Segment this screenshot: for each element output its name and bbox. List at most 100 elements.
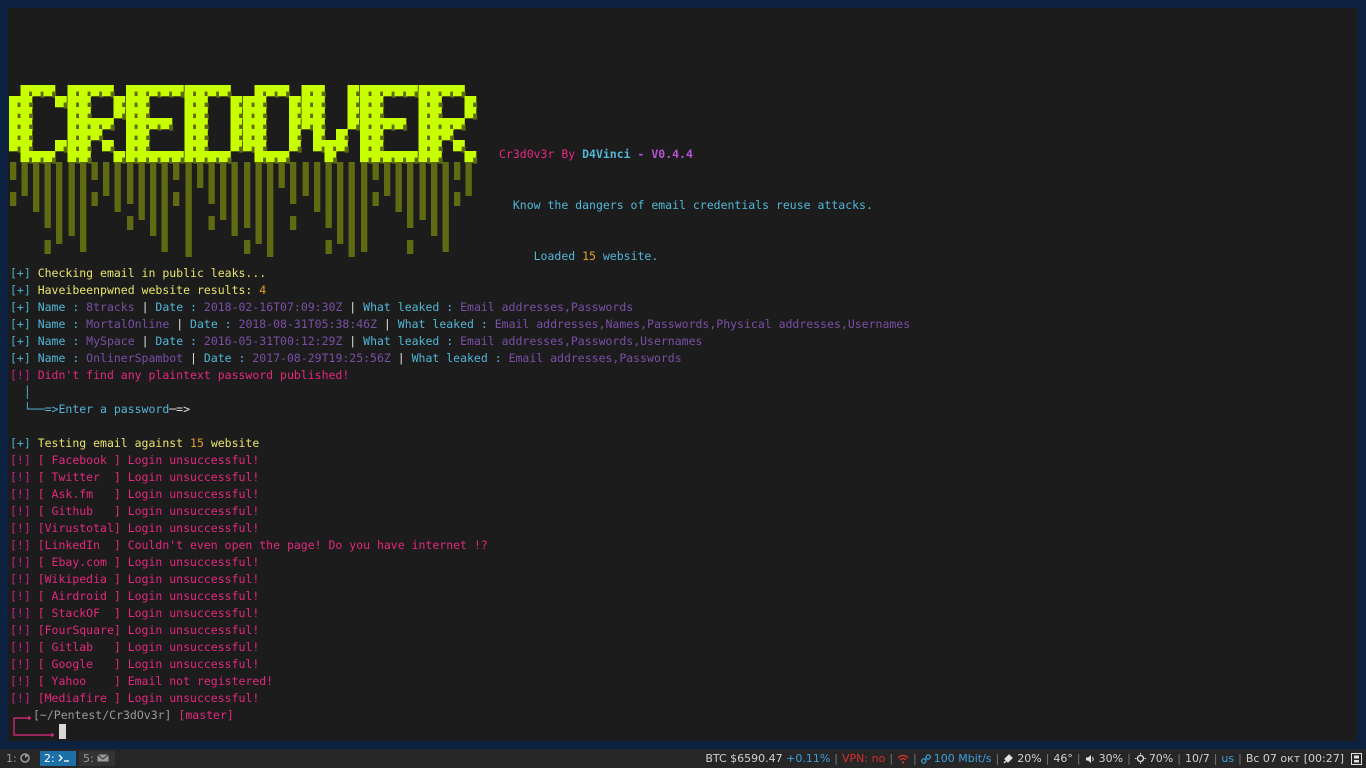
line-token: 2018-02-16T07:09:30Z [203, 300, 343, 314]
terminal-output: [+] Checking email in public leaks... [+]… [10, 265, 910, 707]
dash-text: - [630, 147, 652, 161]
vpn-module[interactable]: VPN: no [838, 751, 889, 766]
line-token: What leaked : [363, 334, 461, 348]
banner-tagline: Know the dangers of email credentials re… [499, 197, 873, 214]
line-token: [+] [10, 283, 38, 297]
brightness-icon [1134, 753, 1146, 764]
terminal-line: │ [10, 384, 910, 401]
volume-value: 30% [1098, 752, 1124, 765]
line-token: | [377, 317, 398, 331]
line-token: 4 [259, 283, 267, 297]
line-token: 2016-05-31T00:12:29Z [203, 334, 343, 348]
network-module[interactable]: 100 Mbit/s [917, 751, 996, 766]
terminal-line: [+] Name : OnlinerSpambot | Date : 2017-… [10, 350, 910, 367]
line-token: 8tracks [86, 300, 135, 314]
line-token: └── [10, 402, 45, 416]
line-token: [Wikipedia ] Login unsuccessful! [37, 572, 260, 586]
line-token: [+] [10, 266, 38, 280]
link-icon [920, 753, 931, 764]
line-token: [!] [10, 572, 38, 586]
line-token: [FourSquare] Login unsuccessful! [37, 623, 260, 637]
brightness-value: 70% [1148, 752, 1174, 765]
updates-value: 10/7 [1184, 752, 1210, 765]
workspace-5[interactable]: 5: [79, 751, 115, 766]
line-token: | [134, 300, 156, 314]
terminal-line: [!] [Wikipedia ] Login unsuccessful! [10, 571, 910, 588]
wifi-icon [897, 754, 909, 764]
workspace-label: 5: [83, 752, 94, 765]
line-token: 2018-08-31T05:38:46Z [238, 317, 377, 331]
terminal-line: [+] Haveibeenpwned website results: 4 [10, 282, 910, 299]
workspace-label: 2: [44, 752, 55, 765]
btc-change: +0.11% [786, 752, 831, 765]
banner-title-line: Cr3d0v3r By D4Vinci - V0.4.4 [499, 146, 873, 163]
line-token: Name : [37, 317, 87, 331]
by-text: By [554, 147, 583, 161]
brightness-module[interactable]: 70% [1131, 751, 1177, 766]
line-token: [+] [10, 317, 38, 331]
wifi-module[interactable] [893, 754, 913, 764]
workspace-1[interactable]: 1: [2, 751, 36, 766]
btc-module[interactable]: BTC $6590.47 +0.11% [701, 751, 834, 766]
line-token: [!] [10, 623, 38, 637]
line-token: [ Github ] Login unsuccessful! [37, 504, 260, 518]
line-token: 15 [190, 436, 204, 450]
terminal-window[interactable]: Cr3d0v3r By D4Vinci - V0.4.4 Know the da… [8, 8, 1357, 741]
line-token: Email addresses,Passwords [508, 351, 682, 365]
line-token: [!] [10, 453, 38, 467]
line-token: [ Airdroid ] Login unsuccessful! [37, 589, 260, 603]
terminal-line: [!] [ StackOF ] Login unsuccessful! [10, 605, 910, 622]
credover-ascii-logo [9, 85, 478, 257]
line-token: ─=> [169, 402, 191, 416]
line-token: Email addresses,Passwords [460, 300, 634, 314]
line-token: [ Facebook ] Login unsuccessful! [37, 453, 260, 467]
line-token: MySpace [86, 334, 135, 348]
terminal-line: [!] [ Google ] Login unsuccessful! [10, 656, 910, 673]
terminal-line: [!] [FourSquare] Login unsuccessful! [10, 622, 910, 639]
line-token: Date : [155, 334, 204, 348]
line-token: [ Ebay.com ] Login unsuccessful! [37, 555, 260, 569]
line-token: =>Enter a password [44, 402, 170, 416]
line-token: [!] [10, 640, 38, 654]
temperature-module[interactable]: 46° [1049, 751, 1077, 766]
tool-name: Cr3d0v3r [499, 147, 555, 161]
line-token: Date : [190, 317, 239, 331]
terminal-line: [+] Testing email against 15 website [10, 435, 910, 452]
keyboard-layout-module[interactable]: us [1217, 751, 1238, 766]
terminal-line: [!] [ Github ] Login unsuccessful! [10, 503, 910, 520]
clock-module[interactable]: Вс 07 окт [00:27] [1242, 751, 1348, 766]
line-token: Name : [37, 334, 87, 348]
terminal-line: [+] Checking email in public leaks... [10, 265, 910, 282]
prompt-path: [~/Pentest/Cr3dOv3r] [33, 708, 172, 722]
banner-loaded-line: Loaded 15 website. [499, 248, 873, 265]
line-token: Date : [203, 351, 253, 365]
tray-icon[interactable] [1351, 752, 1362, 765]
line-token: [ Gitlab ] Login unsuccessful! [37, 640, 260, 654]
btc-price: BTC $6590.47 [705, 752, 783, 765]
line-token: Haveibeenpwned website results: [37, 283, 260, 297]
line-token: [+] [10, 436, 38, 450]
workspace-2[interactable]: 2: [40, 751, 76, 766]
loaded-pre: Loaded [533, 249, 583, 263]
line-token: What leaked : [397, 317, 495, 331]
keyboard-layout: us [1221, 752, 1235, 765]
volume-module[interactable]: 30% [1081, 751, 1127, 766]
line-token: | [390, 351, 412, 365]
power-module[interactable]: 20% [999, 751, 1045, 766]
line-token: website [203, 436, 260, 450]
line-token: [!] [10, 589, 38, 603]
line-token: [ Google ] Login unsuccessful! [37, 657, 260, 671]
date-value: Вс 07 окт [1245, 752, 1301, 765]
updates-module[interactable]: 10/7 [1181, 751, 1214, 766]
terminal-line: [!] [ Airdroid ] Login unsuccessful! [10, 588, 910, 605]
firefox-icon [20, 753, 31, 763]
line-token: [Virustotal] Login unsuccessful! [37, 521, 260, 535]
line-token: 2017-08-29T19:25:56Z [252, 351, 391, 365]
speaker-icon [1085, 754, 1094, 763]
terminal-icon [58, 754, 70, 762]
power-plug-icon [1003, 754, 1014, 764]
line-token: [!] [10, 657, 38, 671]
terminal-line: [!] [ Yahoo ] Email not registered! [10, 673, 910, 690]
line-token: Testing email against [37, 436, 191, 450]
